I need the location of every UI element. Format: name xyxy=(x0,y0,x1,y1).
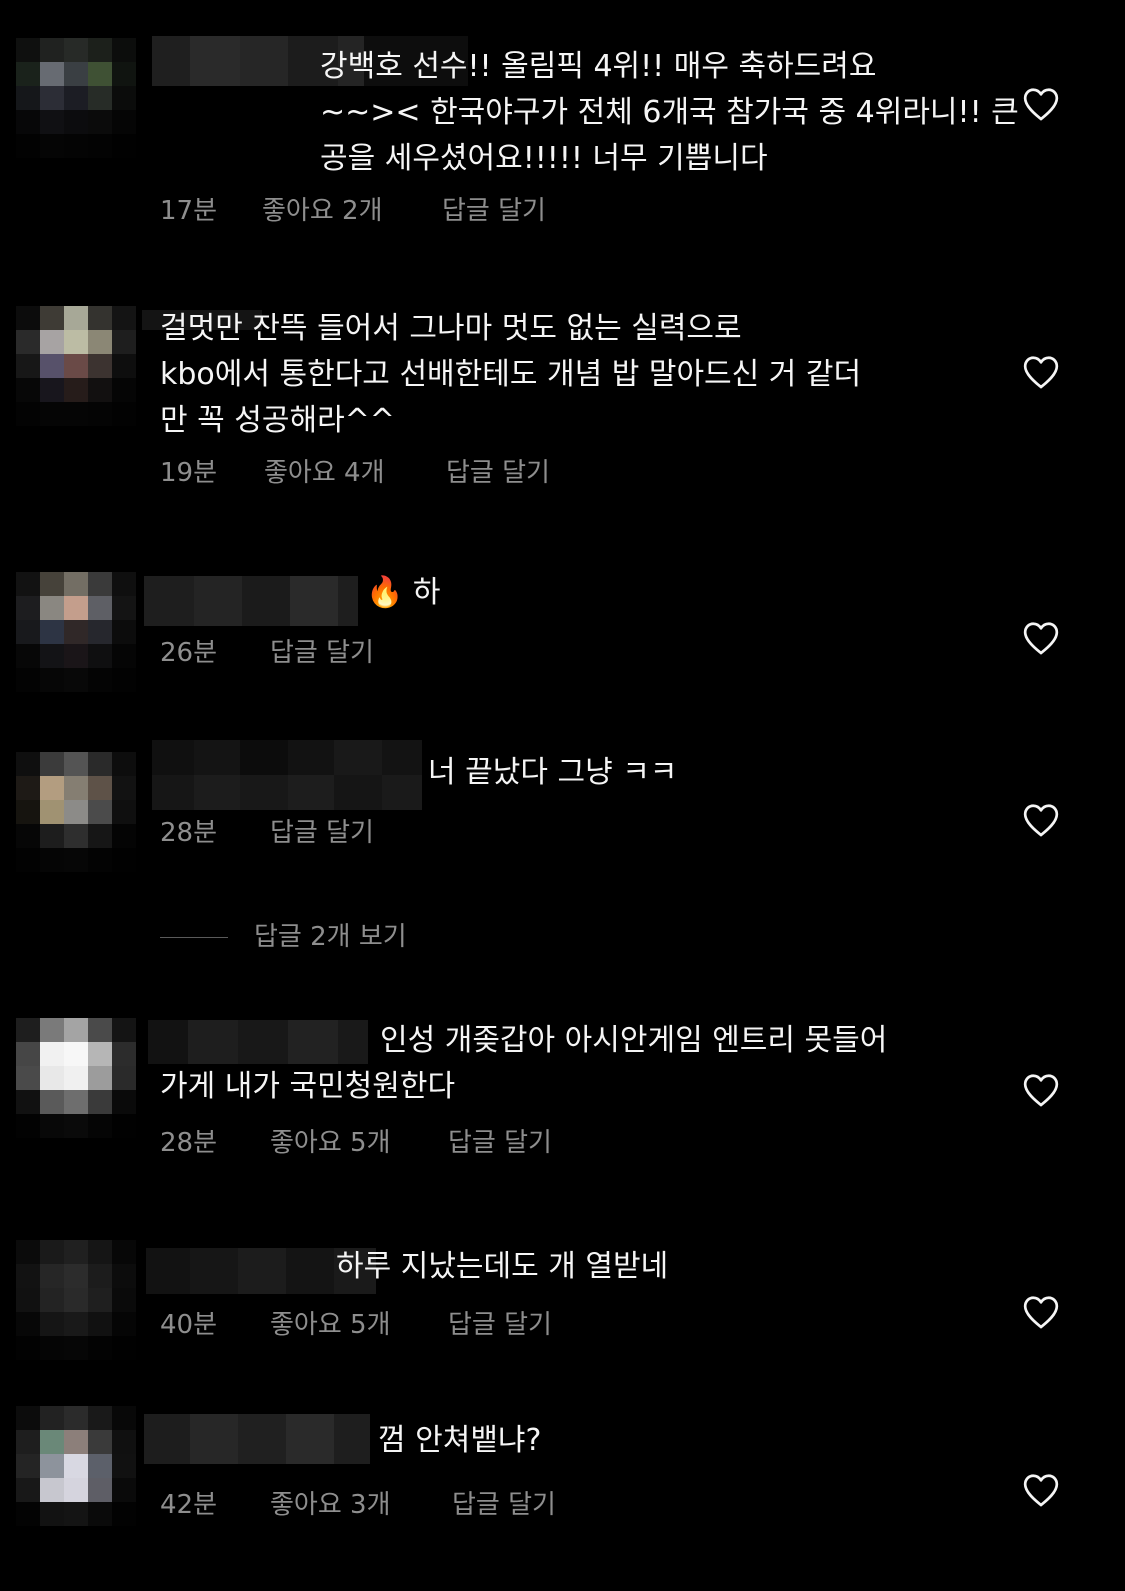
avatar[interactable] xyxy=(16,752,136,872)
comment-time: 17분 xyxy=(160,196,218,226)
heart-icon[interactable] xyxy=(1022,1072,1060,1108)
comment-text: 너 끝났다 그냥 ㅋㅋ xyxy=(428,755,678,790)
avatar[interactable] xyxy=(16,1018,136,1138)
reply-button[interactable]: 답글 달기 xyxy=(452,1488,556,1522)
comment-time: 19분 xyxy=(160,458,218,488)
reply-button[interactable]: 답글 달기 xyxy=(270,636,374,670)
likes-count-button[interactable]: 좋아요 3개 xyxy=(270,1488,391,1522)
reply-button[interactable]: 답글 달기 xyxy=(448,1126,552,1160)
comment-time: 28분 xyxy=(160,818,218,848)
fire-emoji: 🔥 xyxy=(366,575,404,610)
avatar[interactable] xyxy=(16,1240,136,1360)
heart-icon[interactable] xyxy=(1022,354,1060,390)
likes-count-button[interactable]: 좋아요 2개 xyxy=(262,194,383,228)
likes-count-button[interactable]: 좋아요 4개 xyxy=(264,456,385,490)
username-redacted[interactable] xyxy=(144,1414,370,1464)
heart-icon[interactable] xyxy=(1022,1472,1060,1508)
comment-text: 걸멋만 잔뜩 들어서 그나마 멋도 없는 실력으로 kbo에서 통한다고 선배한… xyxy=(160,311,862,438)
avatar[interactable] xyxy=(16,572,136,692)
reply-button[interactable]: 답글 달기 xyxy=(442,194,546,228)
heart-icon[interactable] xyxy=(1022,802,1060,838)
heart-icon[interactable] xyxy=(1022,1294,1060,1330)
username-redacted[interactable] xyxy=(152,740,422,810)
reply-button[interactable]: 답글 달기 xyxy=(448,1308,552,1342)
reply-button[interactable]: 답글 달기 xyxy=(446,456,550,490)
comment-time: 26분 xyxy=(160,638,218,668)
comment-time: 28분 xyxy=(160,1128,218,1158)
view-replies-divider xyxy=(160,937,228,938)
likes-count-button[interactable]: 좋아요 5개 xyxy=(270,1308,391,1342)
comment-time: 42분 xyxy=(160,1490,218,1520)
comment-text: 하루 지났는데도 개 열받네 xyxy=(336,1249,669,1284)
comment-text: 인성 개좆갑아 아시안게임 엔트리 못들어 가게 내가 국민청원한다 xyxy=(160,1023,888,1104)
comment-text: 강백호 선수!! 올림픽 4위!! 매우 축하드려요 ~~>< 한국야구가 전체… xyxy=(320,49,1019,176)
likes-count-button[interactable]: 좋아요 5개 xyxy=(270,1126,391,1160)
view-replies-label: 답글 2개 보기 xyxy=(254,922,407,952)
heart-icon[interactable] xyxy=(1022,620,1060,656)
username-redacted[interactable] xyxy=(144,576,358,626)
comment-time: 40분 xyxy=(160,1310,218,1340)
avatar[interactable] xyxy=(16,38,136,158)
avatar[interactable] xyxy=(16,1406,136,1526)
avatar[interactable] xyxy=(16,306,136,426)
comment-text: 🔥 하 xyxy=(366,570,441,616)
heart-icon[interactable] xyxy=(1022,86,1060,122)
comment-text: 껌 안쳐뱉냐? xyxy=(378,1423,542,1458)
reply-button[interactable]: 답글 달기 xyxy=(270,816,374,850)
comment-text-body: 하 xyxy=(412,575,441,610)
